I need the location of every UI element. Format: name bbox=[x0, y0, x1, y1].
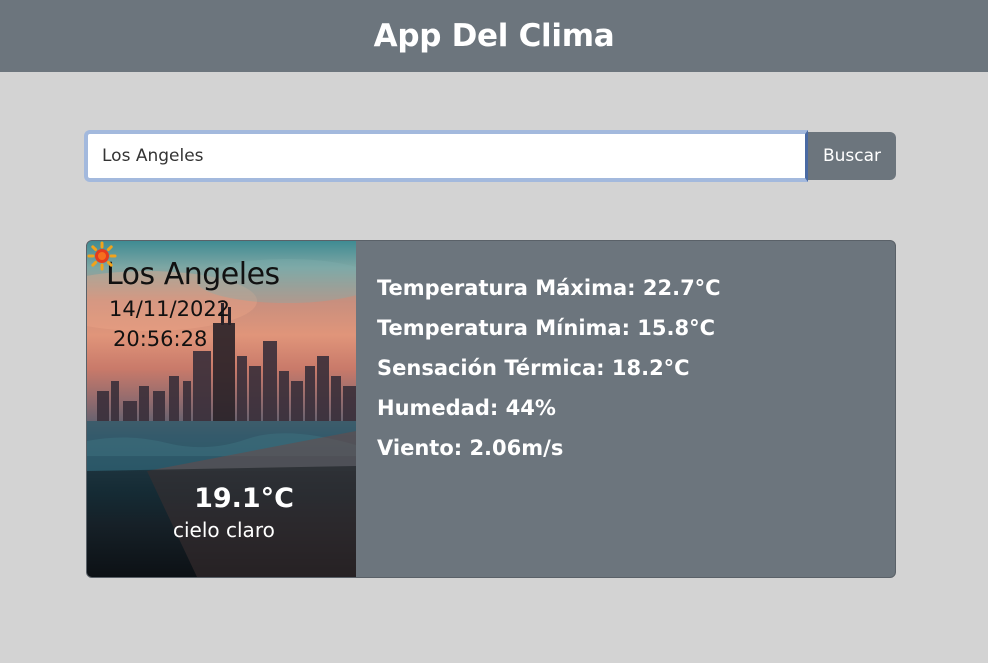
weather-condition: cielo claro bbox=[173, 518, 275, 542]
search-button[interactable]: Buscar bbox=[808, 132, 896, 180]
city-image: Los Angeles 14/11/2022 20:56:28 19.1°C c… bbox=[87, 241, 356, 577]
weather-card: Los Angeles 14/11/2022 20:56:28 19.1°C c… bbox=[86, 240, 896, 578]
date-text: 14/11/2022 bbox=[109, 297, 231, 321]
max-temperature: Temperatura Máxima: 22.7°C bbox=[377, 276, 721, 300]
current-temperature: 19.1°C bbox=[194, 483, 294, 514]
humidity: Humedad: 44% bbox=[377, 396, 556, 420]
min-temperature: Temperatura Mínima: 15.8°C bbox=[377, 316, 716, 340]
search-input[interactable] bbox=[84, 130, 808, 182]
navbar: App Del Clima bbox=[0, 0, 988, 72]
weather-details: Temperatura Máxima: 22.7°C Temperatura M… bbox=[377, 271, 721, 471]
search-bar: Buscar bbox=[84, 130, 896, 182]
app-title: App Del Clima bbox=[373, 18, 615, 54]
city-name: Los Angeles bbox=[106, 257, 280, 292]
feels-like: Sensación Térmica: 18.2°C bbox=[377, 356, 690, 380]
sun-icon bbox=[87, 241, 117, 271]
time-text: 20:56:28 bbox=[113, 327, 208, 351]
wind-speed: Viento: 2.06m/s bbox=[377, 436, 564, 460]
